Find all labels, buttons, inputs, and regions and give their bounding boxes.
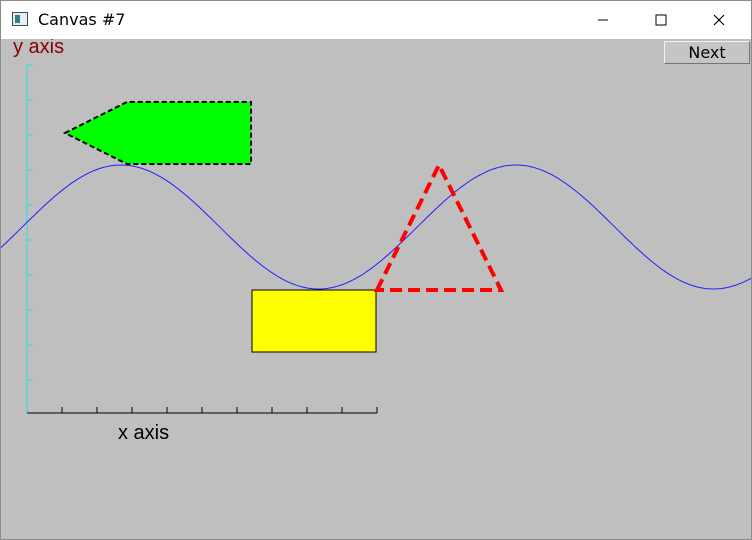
blue-wave-line	[1, 164, 751, 290]
drawing-canvas: y axis x axis	[1, 39, 751, 444]
canvas-area: Next y axis x axis	[1, 39, 751, 539]
red-triangle	[373, 160, 505, 292]
yellow-rectangle	[251, 289, 377, 353]
window-title: Canvas #7	[38, 10, 126, 29]
green-arrow-shape	[62, 101, 252, 165]
maximize-button[interactable]	[632, 1, 690, 39]
y-axis-label: y axis	[13, 39, 64, 58]
canvas-window: Canvas #7 Next y axis x axis	[0, 0, 752, 540]
app-icon	[12, 12, 28, 26]
minimize-icon	[598, 19, 608, 21]
minimize-button[interactable]	[574, 1, 632, 39]
x-axis	[27, 407, 378, 414]
close-button[interactable]	[690, 1, 748, 39]
close-icon	[713, 14, 725, 26]
maximize-icon	[655, 14, 667, 26]
x-axis-label: x axis	[118, 422, 169, 444]
title-bar[interactable]: Canvas #7	[1, 1, 751, 39]
y-axis	[26, 64, 33, 413]
